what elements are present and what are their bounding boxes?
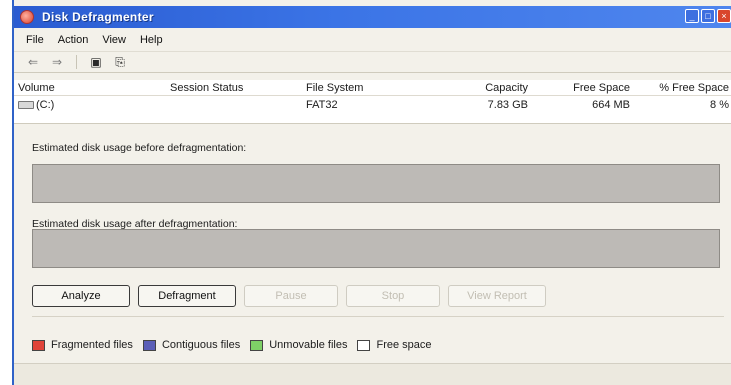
free-space-swatch (357, 339, 371, 351)
properties-icon[interactable]: ▣ (87, 54, 105, 70)
legend-unmovable-label: Unmovable files (269, 339, 348, 351)
toolbar: ⇐ ⇒ ▣ ⎘ (14, 51, 731, 73)
back-arrow-icon[interactable]: ⇐ (24, 54, 42, 70)
menu-file[interactable]: File (26, 34, 44, 46)
column-header-percent-free[interactable]: % Free Space (636, 82, 731, 94)
analyze-button[interactable]: Analyze (32, 285, 130, 307)
drive-icon (18, 101, 34, 110)
free-space-cell: 664 MB (592, 99, 630, 111)
title-bar[interactable]: Disk Defragmenter _ □ × (14, 6, 731, 28)
after-usage-bar (32, 229, 720, 268)
volume-list-header: Volume Session Status File System Capaci… (14, 80, 731, 96)
disk-defragmenter-window: Disk Defragmenter _ □ × File Action View… (12, 0, 731, 385)
table-row[interactable]: (C:) FAT32 7.83 GB 664 MB 8 % (14, 96, 731, 114)
app-icon (20, 10, 34, 24)
volume-cell: (C:) (14, 99, 170, 111)
file-system-cell: FAT32 (306, 99, 338, 111)
capacity-cell: 7.83 GB (487, 99, 528, 111)
help-icon[interactable]: ⎘ (111, 54, 129, 70)
window-title: Disk Defragmenter (42, 10, 154, 24)
menu-view[interactable]: View (102, 34, 126, 46)
divider (32, 316, 724, 317)
menu-bar: File Action View Help (14, 30, 731, 50)
column-header-free-space[interactable]: Free Space (540, 82, 636, 94)
close-icon[interactable]: × (717, 9, 731, 23)
analysis-panel: Estimated disk usage before defragmentat… (32, 132, 731, 354)
legend-unmovable: Unmovable files (250, 339, 347, 351)
legend-contiguous-label: Contiguous files (161, 339, 241, 351)
defragment-button[interactable]: Defragment (138, 285, 236, 307)
column-header-volume[interactable]: Volume (14, 82, 170, 94)
column-header-capacity[interactable]: Capacity (438, 82, 540, 94)
legend-fragmented-label: Fragmented files (51, 339, 133, 351)
percent-free-cell: 8 % (710, 99, 729, 111)
menu-help[interactable]: Help (140, 34, 163, 46)
pause-button[interactable]: Pause (244, 285, 338, 307)
forward-arrow-icon[interactable]: ⇒ (48, 54, 66, 70)
volume-name: (C:) (36, 99, 55, 111)
legend-fragmented: Fragmented files (32, 339, 133, 351)
unmovable-swatch (250, 339, 264, 351)
minimize-icon[interactable]: _ (685, 9, 699, 23)
stop-button[interactable]: Stop (346, 285, 440, 307)
column-header-file-system[interactable]: File System (300, 82, 438, 94)
action-buttons: Analyze Defragment Pause Stop View Repor… (32, 285, 546, 307)
before-usage-bar (32, 164, 720, 203)
toolbar-separator (76, 55, 77, 69)
legend-free-space: Free space (357, 339, 432, 351)
view-report-button[interactable]: View Report (448, 285, 546, 307)
maximize-icon[interactable]: □ (701, 9, 715, 23)
column-header-session-status[interactable]: Session Status (170, 82, 300, 94)
legend-contiguous: Contiguous files (142, 339, 241, 351)
menu-action[interactable]: Action (58, 34, 89, 46)
legend: Fragmented files Contiguous files Unmova… (32, 339, 432, 351)
legend-free-space-label: Free space (376, 339, 432, 351)
before-label: Estimated disk usage before defragmentat… (32, 142, 247, 154)
window-controls: _ □ × (685, 9, 731, 23)
volume-list: Volume Session Status File System Capaci… (14, 80, 731, 124)
status-bar (14, 363, 731, 385)
contiguous-swatch (142, 339, 156, 351)
fragmented-swatch (32, 339, 45, 351)
